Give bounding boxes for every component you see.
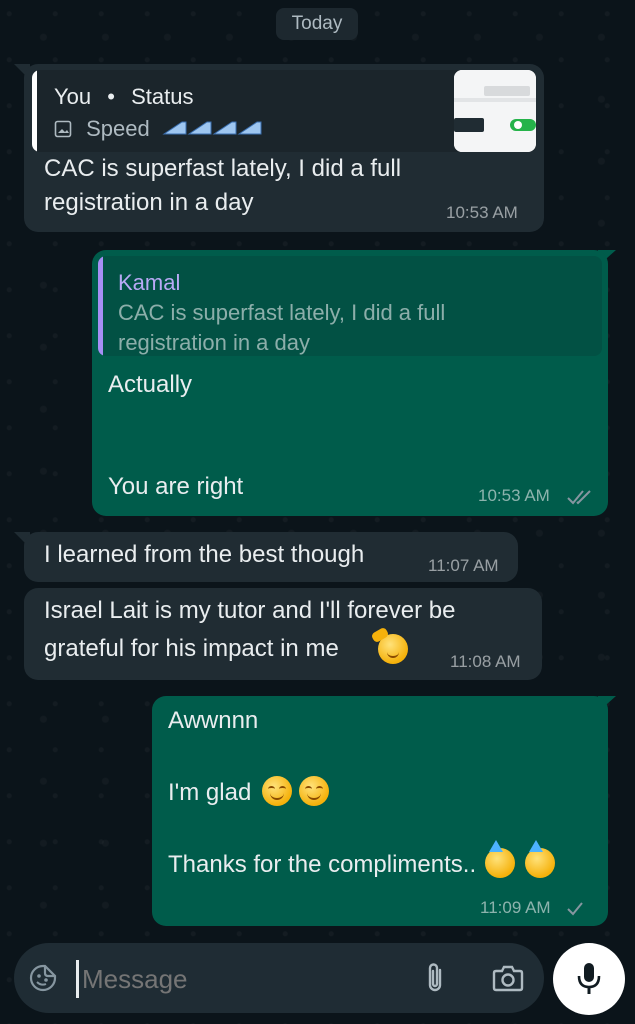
quote-media-label: Speed: [86, 116, 150, 141]
message-time: 10:53 AM: [478, 486, 550, 505]
quote-author: Kamal: [118, 270, 181, 295]
quote-author: You: [54, 84, 92, 109]
quote-separator: •: [107, 84, 115, 109]
outgoing-message[interactable]: Awwnnn I'm glad Thanks for the complimen…: [152, 696, 608, 926]
smiling-face-emoji: [261, 776, 292, 806]
voice-message-button[interactable]: [553, 943, 625, 1015]
train-emoji: [162, 118, 262, 138]
message-input[interactable]: [80, 957, 384, 1001]
message-text-line: registration in a day: [44, 189, 254, 216]
text-cursor: [76, 960, 79, 998]
read-ticks-icon: [566, 488, 594, 511]
quoted-message[interactable]: Kamal CAC is superfast lately, I did a f…: [98, 256, 602, 356]
message-time: 11:09 AM: [480, 898, 551, 917]
microphone-icon: [576, 961, 602, 1002]
message-text-line: I'm glad: [168, 779, 252, 806]
message-composer[interactable]: [14, 943, 544, 1013]
message-time: 11:08 AM: [450, 652, 521, 671]
incoming-message[interactable]: I learned from the best though 11:07 AM: [24, 532, 518, 582]
quote-text-line: CAC is superfast lately, I did a full: [118, 300, 446, 325]
smiling-face-emoji: [298, 776, 329, 806]
emoji-sticker-icon[interactable]: [28, 963, 58, 998]
message-time: 10:53 AM: [446, 203, 518, 222]
message-text-line: grateful for his impact in me: [44, 635, 339, 662]
message-text: I learned from the best though: [44, 541, 365, 568]
message-text-line: Awwnnn: [168, 707, 259, 734]
quote-text-line: registration in a day: [118, 330, 310, 355]
outgoing-message[interactable]: Kamal CAC is superfast lately, I did a f…: [92, 250, 608, 516]
message-time: 11:07 AM: [428, 556, 499, 575]
incoming-message[interactable]: You • Status Speed CAC is superfast late…: [24, 64, 544, 232]
message-text-line: Israel Lait is my tutor and I'll forever…: [44, 597, 456, 624]
attach-icon[interactable]: [422, 961, 448, 1000]
image-icon: [54, 118, 72, 144]
quoted-status[interactable]: You • Status Speed: [32, 70, 536, 152]
message-text-line: Thanks for the compliments..: [168, 851, 477, 878]
partying-face-emoji: [525, 840, 556, 878]
saluting-face-emoji: [370, 626, 408, 664]
message-text-line: You are right: [108, 473, 244, 500]
incoming-message[interactable]: Israel Lait is my tutor and I'll forever…: [24, 588, 542, 680]
status-thumbnail[interactable]: [454, 70, 536, 152]
date-separator: Today: [276, 8, 358, 40]
sent-tick-icon: [566, 900, 584, 921]
quote-context: Status: [131, 84, 194, 109]
quote-bar: [32, 70, 37, 152]
message-text-line: CAC is superfast lately, I did a full: [44, 155, 402, 182]
camera-icon[interactable]: [492, 963, 524, 998]
partying-face-emoji: [484, 840, 515, 878]
quote-bar: [98, 256, 103, 356]
message-text-line: Actually: [108, 371, 193, 398]
